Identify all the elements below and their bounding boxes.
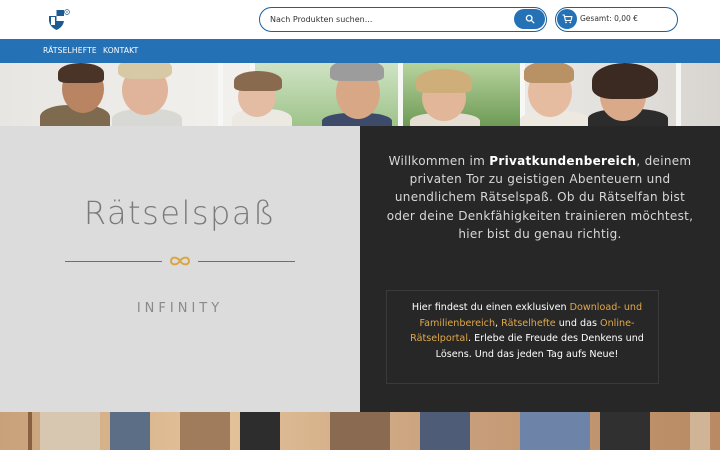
search-input[interactable] (270, 12, 510, 27)
brand-title: Rätselspaß (83, 194, 277, 232)
welcome-highlight: Privatkundenbereich (489, 154, 637, 168)
cart-button[interactable] (557, 9, 577, 29)
search-icon (525, 14, 534, 24)
nav-item-kontakt[interactable]: KONTAKT (103, 46, 138, 55)
link-raetselhefte[interactable]: Rätselhefte (501, 318, 556, 329)
brand-subtitle: INFINITY (136, 301, 224, 316)
infinity-icon (169, 256, 191, 266)
brand-panel (0, 126, 360, 412)
divider-right (198, 261, 295, 262)
divider-left (65, 261, 162, 262)
cart-icon (562, 14, 573, 24)
search-bar (259, 7, 547, 32)
search-button[interactable] (514, 9, 545, 29)
main-nav: RÄTSELHEFTE KONTAKT (0, 39, 720, 63)
shield-logo[interactable]: R (48, 9, 70, 31)
bottom-photo (0, 412, 720, 450)
welcome-text: Willkommen im Privatkundenbereich, deine… (386, 154, 694, 241)
cart-total: Gesamt: 0,00 € (580, 14, 638, 23)
hero-photo (0, 63, 720, 126)
cart-widget[interactable]: Gesamt: 0,00 € (555, 7, 678, 32)
svg-text:R: R (66, 10, 68, 14)
info-text: Hier findest du einen exklusiven Downloa… (410, 302, 644, 360)
site-header: R Gesamt: 0,00 € (0, 0, 720, 39)
nav-item-raetselhefte[interactable]: RÄTSELHEFTE (43, 46, 97, 55)
